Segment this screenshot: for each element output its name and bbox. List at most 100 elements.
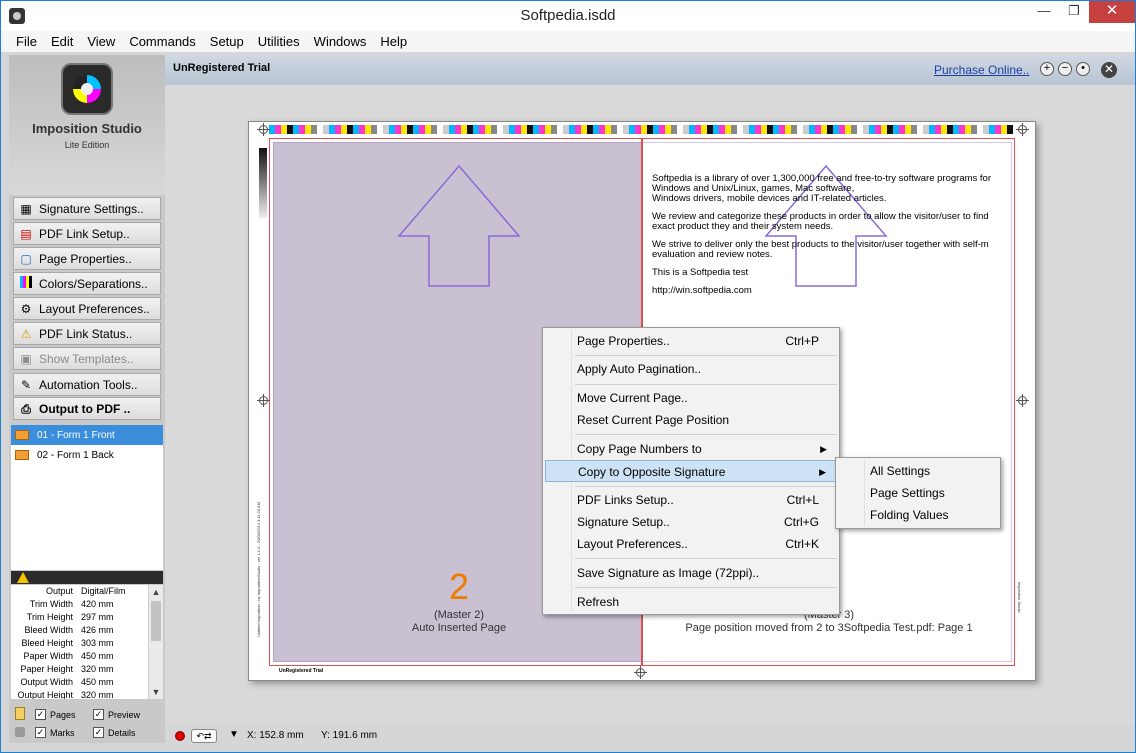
registration-mark-icon xyxy=(257,123,270,136)
close-window-button[interactable]: ✕ xyxy=(1089,1,1135,23)
menu-setup[interactable]: Setup xyxy=(203,31,251,52)
details-option[interactable]: ✓ Details xyxy=(93,727,136,738)
menu-save-signature-image[interactable]: Save Signature as Image (72ppi).. xyxy=(545,562,837,584)
pdf-link-setup-button[interactable]: ▤ PDF Link Setup.. xyxy=(13,222,161,245)
app-window: Softpedia.isdd — ❐ ✕ File Edit View Comm… xyxy=(0,0,1136,753)
submenu-all-settings[interactable]: All Settings xyxy=(838,460,998,482)
marks-option[interactable]: ✓ Marks xyxy=(35,727,75,738)
automation-tools-button[interactable]: ✎ Automation Tools.. xyxy=(13,373,161,396)
purchase-online-link[interactable]: Purchase Online.. xyxy=(934,63,1029,77)
menu-copy-to-opposite-signature[interactable]: Copy to Opposite Signature ▶ xyxy=(545,460,837,482)
preview-checkbox[interactable]: ✓ xyxy=(93,709,104,720)
form-item-back[interactable]: 02 - Form 1 Back xyxy=(11,445,163,465)
right-page-note: Page position moved from 2 to 3Softpedia… xyxy=(685,622,973,634)
preview-label: Preview xyxy=(108,709,141,720)
orientation-arrow-left xyxy=(397,164,521,287)
minimize-button[interactable]: — xyxy=(1029,1,1059,23)
button-label: PDF Link Setup.. xyxy=(39,226,130,241)
status-bar: ↶⇄ ▼ X: 152.8 mm Y: 191.6 mm xyxy=(165,725,1135,747)
colors-separations-button[interactable]: Colors/Separations.. xyxy=(13,272,161,295)
menu-signature-setup[interactable]: Signature Setup.. Ctrl+G xyxy=(545,511,837,533)
navigate-icon[interactable]: ↶⇄ xyxy=(191,729,217,743)
menu-apply-auto-pagination[interactable]: Apply Auto Pagination.. xyxy=(545,358,837,380)
coordinate-y: Y: 191.6 mm xyxy=(321,730,378,741)
menu-edit[interactable]: Edit xyxy=(44,31,80,52)
info-row: Output Height 320 mm xyxy=(17,690,114,699)
layout-preferences-button[interactable]: ⚙ Layout Preferences.. xyxy=(13,297,161,320)
menu-view[interactable]: View xyxy=(80,31,122,52)
logo-area: Imposition Studio Lite Edition xyxy=(9,55,165,195)
menu-reset-page-position[interactable]: Reset Current Page Position xyxy=(545,409,837,431)
warning-icon xyxy=(17,572,29,583)
zoom-out-icon[interactable]: − xyxy=(1058,62,1072,76)
info-row: Output Width 450 mm xyxy=(20,677,114,687)
menu-help[interactable]: Help xyxy=(373,31,414,52)
sheet-slug-text: Untitled Imposition - by ImpositionStudi… xyxy=(256,502,261,638)
menu-pdf-links-setup[interactable]: PDF Links Setup.. Ctrl+L xyxy=(545,489,837,511)
info-row: Paper Width 450 mm xyxy=(23,651,114,661)
info-scrollbar[interactable]: ▲ ▼ xyxy=(148,585,163,699)
sidebar: Imposition Studio Lite Edition ▦ Signatu… xyxy=(9,55,165,743)
warning-icon: ⚠ xyxy=(20,326,32,341)
form-item-front[interactable]: 01 - Form 1 Front xyxy=(11,425,163,445)
zoom-fit-icon[interactable]: • xyxy=(1076,62,1090,76)
scroll-thumb[interactable] xyxy=(151,601,161,641)
pages-label: Pages xyxy=(50,709,76,720)
zoom-in-icon[interactable]: + xyxy=(1040,62,1054,76)
button-label: Page Properties.. xyxy=(39,251,132,266)
coordinate-x: X: 152.8 mm xyxy=(247,730,304,741)
submenu-page-settings[interactable]: Page Settings xyxy=(838,482,998,504)
form-list: 01 - Form 1 Front 02 - Form 1 Back xyxy=(11,425,163,570)
window-title: Softpedia.isdd xyxy=(520,7,616,24)
preview-option[interactable]: ✓ Preview xyxy=(93,709,140,720)
menu-refresh[interactable]: Refresh xyxy=(545,591,837,613)
templates-icon: ▣ xyxy=(20,351,32,366)
unregistered-label: UnRegistered Trial xyxy=(173,62,271,74)
button-label: PDF Link Status.. xyxy=(39,326,133,341)
pages-checkbox[interactable]: ✓ xyxy=(35,709,46,720)
color-bar xyxy=(269,125,1015,134)
info-row: Bleed Width 426 mm xyxy=(24,625,114,635)
record-icon[interactable] xyxy=(175,731,185,741)
button-label: Layout Preferences.. xyxy=(39,301,150,316)
menu-layout-preferences[interactable]: Layout Preferences.. Ctrl+K xyxy=(545,533,837,555)
scroll-down-icon[interactable]: ▼ xyxy=(149,685,163,699)
maximize-button[interactable]: ❐ xyxy=(1059,1,1089,23)
marks-checkbox[interactable]: ✓ xyxy=(35,727,46,738)
registration-mark-icon xyxy=(634,666,647,679)
menu-windows[interactable]: Windows xyxy=(307,31,374,52)
info-row: Trim Width 420 mm xyxy=(29,599,114,609)
menu-utilities[interactable]: Utilities xyxy=(251,31,307,52)
info-row: Bleed Height 303 mm xyxy=(21,638,114,648)
form-icon xyxy=(15,450,29,460)
page-properties-button[interactable]: ▢ Page Properties.. xyxy=(13,247,161,270)
logo-title: Imposition Studio xyxy=(32,121,142,136)
form-label: 01 - Form 1 Front xyxy=(37,429,115,441)
page-icon: ▢ xyxy=(20,251,32,266)
pages-option[interactable]: ✓ Pages xyxy=(35,709,76,720)
show-templates-button[interactable]: ▣ Show Templates.. xyxy=(13,347,161,370)
dropdown-arrow-icon[interactable]: ▼ xyxy=(229,729,239,740)
signature-settings-button[interactable]: ▦ Signature Settings.. xyxy=(13,197,161,220)
lock-icon xyxy=(15,727,25,737)
details-label: Details xyxy=(108,727,136,738)
info-row: Paper Height 320 mm xyxy=(20,664,114,674)
pdf-link-status-button[interactable]: ⚠ PDF Link Status.. xyxy=(13,322,161,345)
registration-mark-icon xyxy=(1016,394,1029,407)
details-checkbox[interactable]: ✓ xyxy=(93,727,104,738)
close-view-icon[interactable]: ✕ xyxy=(1101,62,1117,78)
sheet-brand-text: Imposition Studio xyxy=(1017,582,1022,613)
menu-move-current-page[interactable]: Move Current Page.. xyxy=(545,387,837,409)
submenu-folding-values[interactable]: Folding Values xyxy=(838,504,998,526)
grid-icon: ▦ xyxy=(20,201,32,216)
info-list: Output Digital/Film Trim Width 420 mm Trim… xyxy=(11,585,163,699)
menu-copy-page-numbers[interactable]: Copy Page Numbers to ▶ xyxy=(545,438,837,460)
scroll-up-icon[interactable]: ▲ xyxy=(149,585,163,599)
menu-commands[interactable]: Commands xyxy=(122,31,202,52)
output-to-pdf-button[interactable]: ⎙ Output to PDF .. xyxy=(13,397,161,420)
menu-file[interactable]: File xyxy=(9,31,44,52)
menu-bar: File Edit View Commands Setup Utilities … xyxy=(1,31,1135,52)
menu-page-properties[interactable]: Page Properties.. Ctrl+P xyxy=(545,330,837,352)
sheet-unregistered-label: UnRegistered Trial xyxy=(279,668,324,674)
logo-subtitle: Lite Edition xyxy=(64,140,110,150)
